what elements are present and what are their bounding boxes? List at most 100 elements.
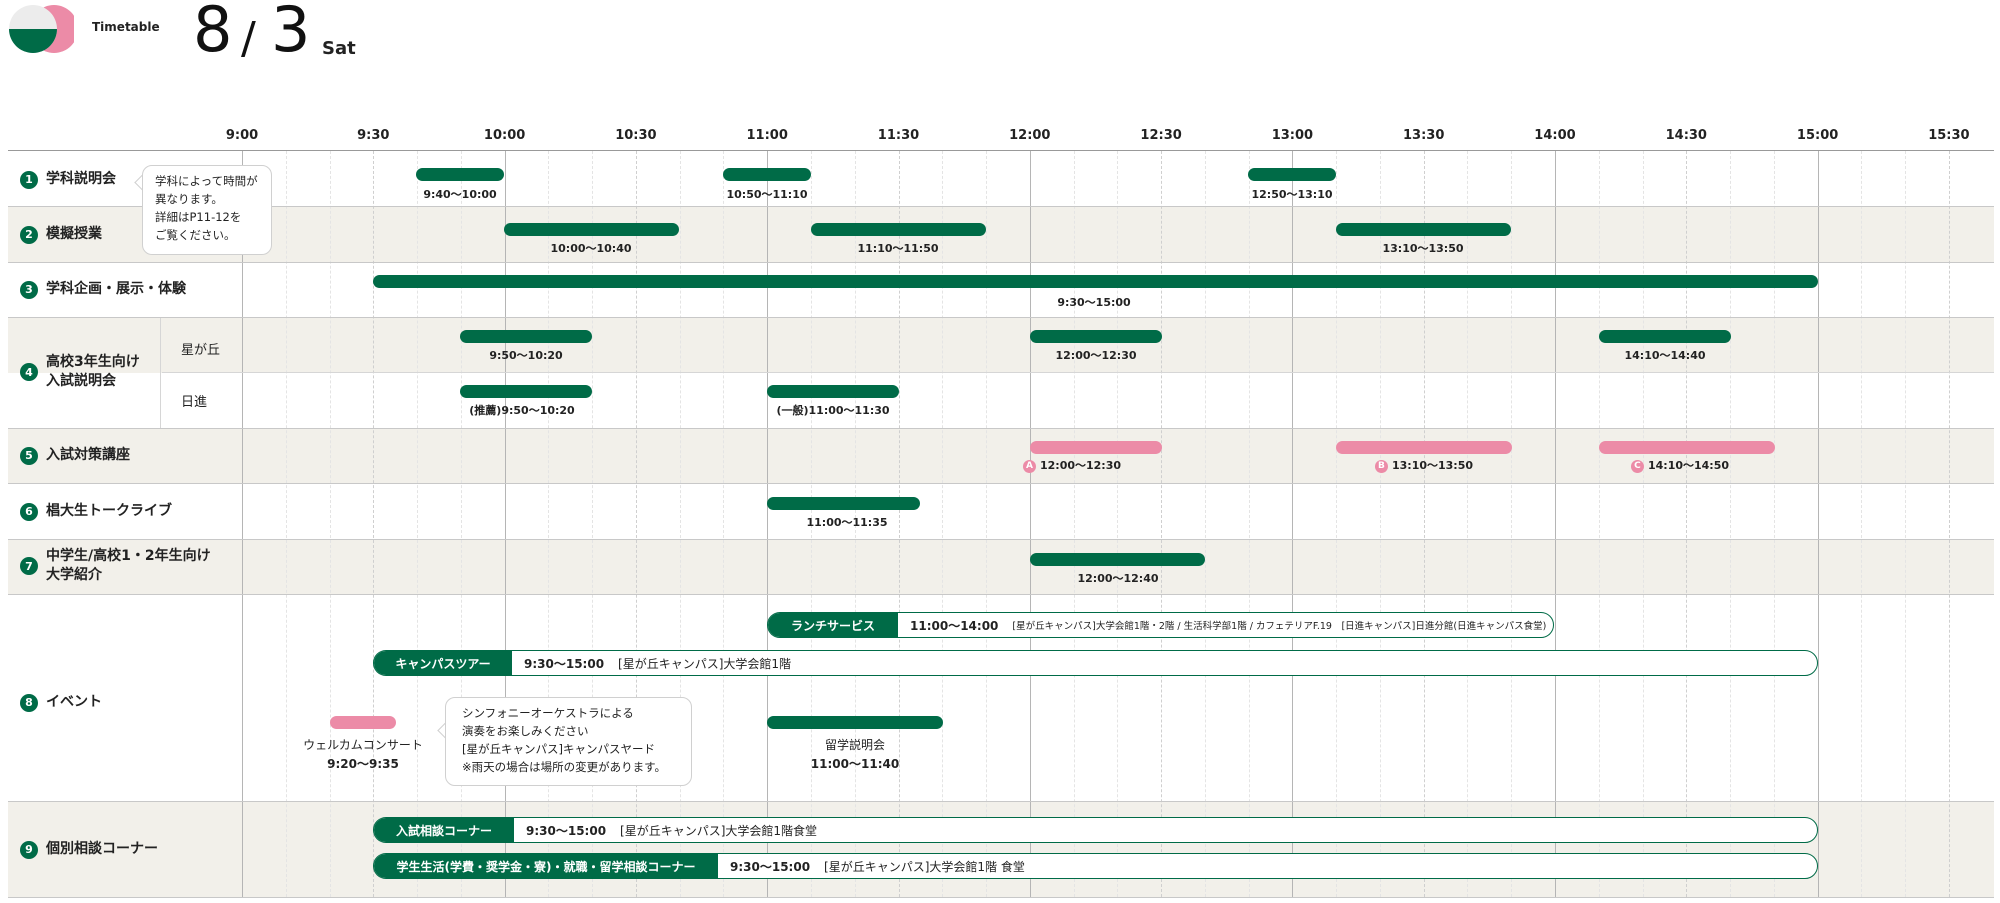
study-abroad-name: 留学説明会 bbox=[824, 738, 885, 752]
time-tick-label: 9:30 bbox=[357, 128, 390, 143]
row-title: 学科企画・展示・体験 bbox=[46, 281, 186, 297]
note-line: 演奏をお楽しみください bbox=[462, 724, 589, 738]
session-time-r3-1: 9:30〜15:00 bbox=[1057, 296, 1131, 309]
pill-time: 9:30〜15:00 bbox=[730, 859, 811, 874]
date-month: 8 bbox=[193, 0, 233, 66]
session-bar-r7-1 bbox=[1030, 553, 1205, 566]
row-number: 1 bbox=[20, 170, 38, 189]
session-bar-r1-3 bbox=[1248, 168, 1336, 181]
study-abroad-time: 11:00〜11:40 bbox=[810, 757, 900, 771]
row-sep bbox=[8, 801, 1994, 802]
admission-consult-pill: 入試相談コーナー 9:30〜15:00 [星が丘キャンパス]大学会館1階食堂 bbox=[373, 817, 1818, 843]
lunch-service-pill: ランチサービス 11:00〜14:00 [星が丘キャンパス]大学会館1階・2階 … bbox=[767, 612, 1554, 638]
pill-title: ランチサービス bbox=[768, 613, 898, 637]
session-time-r5-a: A 12:00〜12:30 bbox=[1022, 457, 1122, 473]
row-title: 模擬授業 bbox=[46, 226, 102, 242]
pill-place: [星が丘キャンパス]大学会館1階食堂 bbox=[620, 823, 818, 838]
concert-bar bbox=[330, 716, 396, 729]
row-sep bbox=[8, 206, 1994, 207]
date-slash: / bbox=[241, 13, 256, 64]
campus-tour-pill: キャンパスツアー 9:30〜15:00 [星が丘キャンパス]大学会館1階 bbox=[373, 650, 1818, 676]
row-number: 6 bbox=[20, 502, 38, 521]
row-title: 高校3年生向け 入試説明会 bbox=[46, 353, 140, 391]
row-sep bbox=[8, 483, 1994, 484]
row-label-3: 3 学科企画・展示・体験 bbox=[20, 280, 186, 299]
session-time-r6-1: 11:00〜11:35 bbox=[806, 516, 888, 529]
note-line: [星が丘キャンパス]キャンパスヤード bbox=[462, 742, 655, 756]
row-number: 3 bbox=[20, 280, 38, 299]
row-bg-7 bbox=[8, 539, 1994, 594]
row-bg-2 bbox=[8, 207, 1994, 262]
row-sep bbox=[8, 539, 1994, 540]
session-bar-r2-1 bbox=[504, 223, 679, 236]
session-time-r1-3: 12:50〜13:10 bbox=[1251, 188, 1333, 201]
session-time-r4a-1: 9:50〜10:20 bbox=[489, 349, 563, 362]
time-tick-label: 14:30 bbox=[1665, 128, 1707, 143]
session-time-r1-2: 10:50〜11:10 bbox=[726, 188, 808, 201]
row-title-line1: 高校3年生向け bbox=[46, 354, 140, 370]
note-line: 詳細はP11-12を bbox=[155, 210, 242, 224]
session-bar-r1-1 bbox=[416, 168, 504, 181]
session-bar-r4a-3 bbox=[1599, 330, 1731, 343]
date-weekday: Sat bbox=[322, 38, 356, 59]
row-label-2: 2 模擬授業 bbox=[20, 225, 102, 244]
row-sep bbox=[8, 428, 1994, 429]
note-bubble-schedule: 学科によって時間が 異なります。 詳細はP11-12を ご覧ください。 bbox=[142, 165, 272, 255]
row-sep bbox=[8, 262, 1994, 263]
session-bar-r3-1 bbox=[373, 275, 1818, 288]
session-bar-r5-b bbox=[1336, 441, 1512, 454]
row-label-9: 9 個別相談コーナー bbox=[20, 840, 158, 859]
date-day: 3 bbox=[271, 0, 311, 66]
session-time-r2-1: 10:00〜10:40 bbox=[550, 242, 632, 255]
time-tick-label: 9:00 bbox=[225, 128, 259, 143]
pill-time: 11:00〜14:00 bbox=[910, 618, 999, 633]
badge-b: B bbox=[1374, 459, 1388, 473]
study-abroad-bar bbox=[767, 716, 943, 729]
row-label-1: 1 学科説明会 bbox=[20, 170, 116, 189]
session-bar-r5-c bbox=[1599, 441, 1775, 454]
row-label-7: 7 中学生/高校1・2年生向け 大学紹介 bbox=[20, 547, 211, 585]
session-bar-r4a-2 bbox=[1030, 330, 1162, 343]
row-number: 5 bbox=[20, 446, 38, 465]
session-time-r2-3: 13:10〜13:50 bbox=[1382, 242, 1464, 255]
row-label-8: 8 イベント bbox=[20, 693, 102, 712]
session-time-r4b-1: (推薦)9:50〜10:20 bbox=[469, 404, 575, 417]
pill-place: [星が丘キャンパス]大学会館1階 bbox=[618, 656, 792, 671]
time-tick-label: 12:30 bbox=[1140, 128, 1182, 143]
row-number: 7 bbox=[20, 557, 38, 575]
session-bar-r1-2 bbox=[723, 168, 811, 181]
row-number: 9 bbox=[20, 840, 38, 859]
session-bar-r2-2 bbox=[811, 223, 986, 236]
row-label-6: 6 椙大生トークライブ bbox=[20, 502, 172, 521]
note-line: 学科によって時間が bbox=[155, 174, 258, 188]
badge-c: C bbox=[1630, 459, 1644, 473]
time-tick-label: 10:30 bbox=[615, 128, 657, 143]
time-tick-label: 11:00 bbox=[746, 128, 788, 143]
session-time-r5-c: C 14:10〜14:50 bbox=[1630, 457, 1730, 473]
row-title: 入試対策講座 bbox=[46, 447, 130, 463]
session-bar-r6-1 bbox=[767, 497, 920, 510]
row-label-4: 4 高校3年生向け 入試説明会 bbox=[20, 353, 140, 391]
session-time-r4a-3: 14:10〜14:40 bbox=[1624, 349, 1706, 362]
row-bg-9 bbox=[8, 801, 1994, 897]
session-bar-r4a-1 bbox=[460, 330, 592, 343]
time-tick-label: 12:00 bbox=[1009, 128, 1051, 143]
session-time-r5-b: B 13:10〜13:50 bbox=[1374, 457, 1474, 473]
row-bg-4a bbox=[8, 318, 1994, 373]
pill-place: [星が丘キャンパス]大学会館1階・2階 / 生活科学部1階 / カフェテリアF.… bbox=[1012, 621, 1547, 632]
row-bg-5 bbox=[8, 428, 1994, 483]
time-tick-label: 14:00 bbox=[1534, 128, 1576, 143]
session-time: 13:10〜13:50 bbox=[1391, 459, 1474, 472]
session-bar-r4b-1 bbox=[460, 385, 592, 398]
session-time-r4b-2: (一般)11:00〜11:30 bbox=[776, 404, 890, 417]
time-tick-label: 10:00 bbox=[483, 128, 526, 143]
pill-title: キャンパスツアー bbox=[374, 651, 512, 675]
sub-row-sep bbox=[162, 372, 1994, 373]
session-time: 14:10〜14:50 bbox=[1647, 459, 1730, 472]
student-life-consult-pill: 学生生活(学費・奨学金・寮)・就職・留学相談コーナー 9:30〜15:00 [星… bbox=[373, 853, 1818, 879]
top-rule bbox=[8, 150, 1994, 151]
session-time: 12:00〜12:30 bbox=[1039, 459, 1122, 472]
timetable-logo bbox=[9, 5, 74, 53]
session-time-r1-1: 9:40〜10:00 bbox=[423, 188, 497, 201]
session-time-r2-2: 11:10〜11:50 bbox=[857, 242, 939, 255]
